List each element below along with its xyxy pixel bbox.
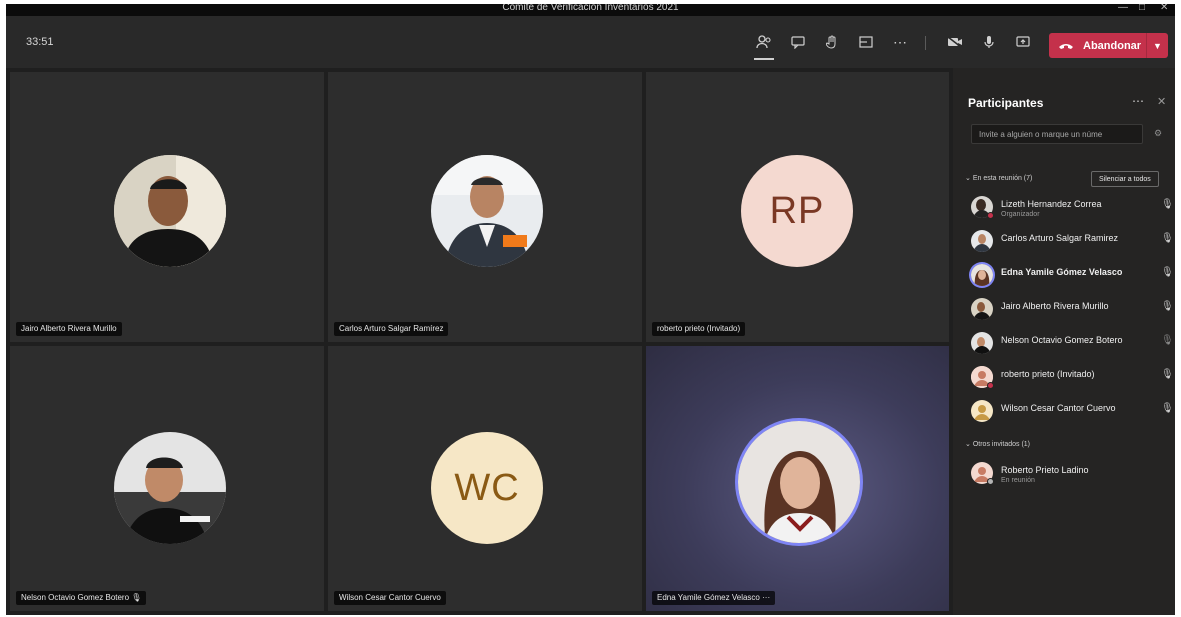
chevron-down-icon: ⌄ — [965, 441, 971, 448]
avatar — [971, 400, 993, 422]
participant-name: Wilson Cesar Cantor Cuervo — [1001, 403, 1116, 413]
participant-list-item[interactable]: Carlos Arturo Salgar Ramirez 🎙 — [971, 228, 1174, 258]
chevron-down-icon[interactable]: ▼ — [1146, 33, 1168, 58]
more-options-icon[interactable]: ··· — [762, 593, 770, 602]
participant-name: Edna Yamile Gómez Velasco — [1001, 267, 1123, 277]
participant-name: Jairo Alberto Rivera Murillo — [16, 322, 122, 336]
in-meeting-section-header[interactable]: ⌄ En esta reunión (7) — [965, 174, 1032, 182]
microphone-icon[interactable] — [977, 30, 1001, 54]
participant-list-item[interactable]: Wilson Cesar Cantor Cuervo 🎙 — [971, 398, 1174, 428]
toolbar-divider — [925, 36, 926, 50]
meeting-toolbar: 33:51 ⋯ Abandonar ▼ — [6, 16, 1175, 68]
share-invite-icon[interactable]: ⚙ — [1154, 128, 1162, 139]
breakout-rooms-icon[interactable] — [854, 30, 878, 54]
participant-name: Carlos Arturo Salgar Ramírez — [334, 322, 449, 336]
video-tile[interactable]: Carlos Arturo Salgar Ramírez — [328, 72, 642, 342]
video-tile[interactable]: Nelson Octavio Gomez Botero 🎙 — [10, 346, 324, 611]
participant-list-item[interactable]: Edna Yamile Gómez Velasco 🎙 — [971, 262, 1174, 292]
participant-name: Carlos Arturo Salgar Ramirez — [1001, 233, 1119, 243]
participant-list-item[interactable]: Nelson Octavio Gomez Botero 🎙 — [971, 330, 1174, 360]
avatar — [971, 332, 993, 354]
participant-initials-avatar: RP — [741, 155, 853, 267]
participant-list-item[interactable]: Roberto Prieto Ladino En reunión — [971, 460, 1171, 490]
participant-name: Roberto Prieto Ladino — [1001, 465, 1089, 475]
participant-name: Nelson Octavio Gomez Botero — [1001, 335, 1123, 345]
camera-icon[interactable] — [943, 30, 967, 54]
status-badge — [987, 382, 994, 389]
chevron-down-icon: ⌄ — [965, 175, 971, 182]
window-title: Comité de Verificación Inventarios 2021 — [502, 4, 679, 13]
avatar — [971, 264, 993, 286]
leave-label: Abandonar — [1083, 39, 1142, 52]
minimize-icon[interactable]: — — [1118, 4, 1128, 13]
participant-name: Edna Yamile Gómez Velasco ··· — [652, 591, 776, 605]
participants-panel: Participantes ⋯ ✕ Invite a alguien o mar… — [953, 68, 1175, 615]
participant-list-item[interactable]: Lizeth Hernandez Correa Organizador 🎙 — [971, 194, 1174, 224]
participant-role: Organizador — [1001, 211, 1040, 218]
others-section-header[interactable]: ⌄ Otros invitados (1) — [965, 440, 1030, 448]
hang-up-icon — [1049, 38, 1083, 53]
participant-name: roberto prieto (Invitado) — [652, 322, 746, 336]
participant-photo — [738, 421, 860, 543]
video-tile-active-speaker[interactable]: Edna Yamile Gómez Velasco ··· — [646, 346, 949, 611]
participant-name: roberto prieto (Invitado) — [1001, 369, 1095, 379]
teams-window: Comité de Verificación Inventarios 2021 … — [6, 4, 1175, 615]
participants-icon[interactable] — [752, 30, 776, 60]
participant-name: Lizeth Hernandez Correa — [1001, 199, 1102, 209]
participant-photo — [431, 155, 543, 267]
participant-role: En reunión — [1001, 477, 1035, 484]
raise-hand-icon[interactable] — [820, 30, 844, 54]
panel-title: Participantes — [968, 96, 1044, 110]
title-bar: Comité de Verificación Inventarios 2021 … — [6, 4, 1175, 16]
participant-list-item[interactable]: Jairo Alberto Rivera Murillo 🎙 — [971, 296, 1174, 326]
status-badge — [987, 478, 994, 485]
video-tile[interactable]: WC Wilson Cesar Cantor Cuervo — [328, 346, 642, 611]
microphone-icon: 🎙 — [1161, 233, 1174, 244]
participant-name: Wilson Cesar Cantor Cuervo — [334, 591, 446, 605]
microphone-icon: 🎙 — [1161, 267, 1174, 278]
more-options-icon[interactable]: ⋯ — [1132, 94, 1144, 108]
video-tile[interactable]: RP roberto prieto (Invitado) — [646, 72, 949, 342]
chat-icon[interactable] — [786, 30, 810, 54]
close-icon[interactable]: ✕ — [1157, 95, 1166, 108]
invite-input[interactable]: Invite a alguien o marque un núme — [971, 124, 1143, 144]
maximize-icon[interactable]: □ — [1139, 4, 1145, 13]
close-icon[interactable]: ✕ — [1160, 4, 1168, 13]
participant-photo — [114, 432, 226, 544]
participant-name: Nelson Octavio Gomez Botero 🎙 — [16, 591, 147, 605]
avatar — [971, 298, 993, 320]
microphone-icon: 🎙 — [1161, 301, 1174, 312]
status-badge — [987, 212, 994, 219]
microphone-icon: 🎙 — [1161, 199, 1174, 210]
participant-photo — [114, 155, 226, 267]
participant-name: Jairo Alberto Rivera Murillo — [1001, 301, 1109, 311]
participant-list-item[interactable]: roberto prieto (Invitado) 🎙 — [971, 364, 1174, 394]
video-tile[interactable]: Jairo Alberto Rivera Murillo — [10, 72, 324, 342]
video-grid: Jairo Alberto Rivera Murillo Carlos Artu… — [6, 68, 953, 615]
mute-all-button[interactable]: Silenciar a todos — [1091, 171, 1159, 187]
avatar — [971, 230, 993, 252]
leave-button[interactable]: Abandonar ▼ — [1049, 33, 1168, 58]
microphone-icon: 🎙 — [1161, 369, 1174, 380]
meeting-timer: 33:51 — [26, 36, 54, 48]
microphone-icon: 🎙 — [1161, 403, 1174, 414]
more-options-icon[interactable]: ⋯ — [888, 30, 912, 54]
share-screen-icon[interactable] — [1011, 30, 1035, 54]
muted-mic-icon: 🎙 — [131, 593, 142, 602]
participant-initials-avatar: WC — [431, 432, 543, 544]
muted-microphone-icon: 🎙 — [1161, 335, 1174, 346]
